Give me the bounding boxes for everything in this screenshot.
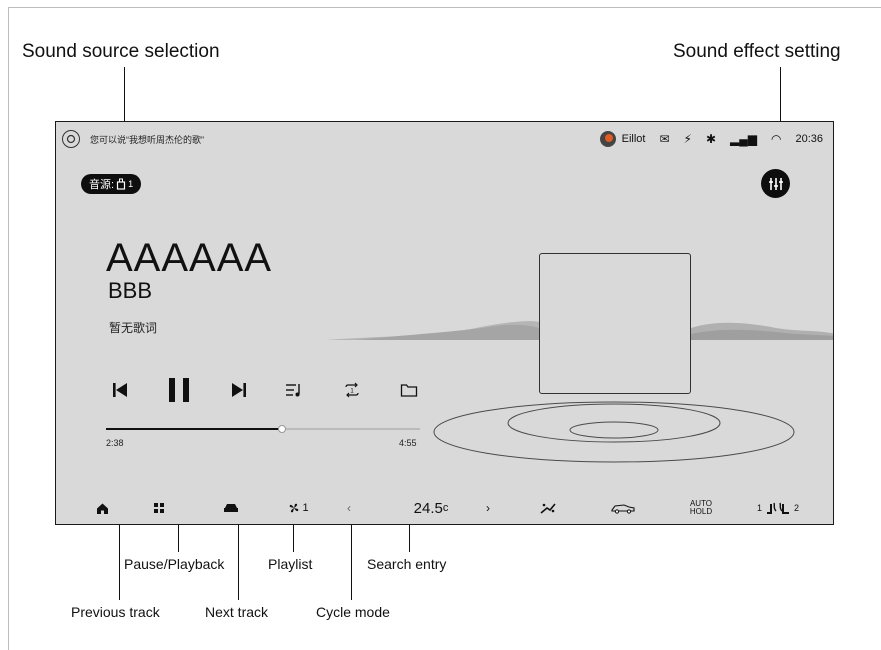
callout-pause-playback: Pause/Playback xyxy=(124,556,225,572)
album-art xyxy=(539,253,691,394)
car-icon xyxy=(224,504,238,512)
pause-playback-button[interactable] xyxy=(165,376,193,404)
wireless-charging-icon: ⚡ xyxy=(683,132,692,146)
fan-level: 1 xyxy=(302,502,309,514)
next-track-icon xyxy=(232,383,246,397)
next-track-button[interactable] xyxy=(227,378,251,402)
playlist-button[interactable] xyxy=(282,378,306,402)
seat-right-level: 2 xyxy=(794,503,800,513)
pause-icon xyxy=(169,378,189,402)
seat-heating-control[interactable]: 1 2 xyxy=(753,496,803,520)
callout-playlist: Playlist xyxy=(268,556,313,572)
callout-cycle-mode: Cycle mode xyxy=(316,604,390,620)
bluetooth-icon: ✱ xyxy=(705,132,717,146)
airflow-button[interactable] xyxy=(537,496,559,520)
svg-text:1: 1 xyxy=(350,389,354,395)
lyrics-text: 暂无歌词 xyxy=(109,321,158,335)
artist-name: BBB xyxy=(108,278,153,303)
cycle-mode-button[interactable]: 1 xyxy=(340,378,364,402)
vehicle-button[interactable] xyxy=(220,496,242,520)
source-device-number: 1 xyxy=(128,179,134,189)
previous-track-icon xyxy=(113,383,127,397)
auto-hold-button[interactable]: AUTO HOLD xyxy=(686,496,716,520)
callout-search-entry: Search entry xyxy=(367,556,447,572)
signal-icon: ▂▄▆ xyxy=(730,132,757,146)
clock: 20:36 xyxy=(795,133,823,145)
search-entry-button[interactable] xyxy=(397,378,421,402)
user-profile[interactable]: Eillot xyxy=(599,131,646,147)
status-bar-right: Eillot ✉ ⚡ ✱ ▂▄▆ ◠ 20:36 xyxy=(599,131,823,147)
temperature-value: 24.5 xyxy=(413,499,443,517)
car-outline-icon xyxy=(611,504,635,514)
repeat-one-icon: 1 xyxy=(345,382,359,398)
temperature-unit: c xyxy=(442,502,449,514)
chevron-right-icon: › xyxy=(486,501,490,515)
playlist-icon xyxy=(286,384,300,397)
chevron-left-icon: ‹ xyxy=(347,501,351,515)
fan-speed-control[interactable]: 1 xyxy=(281,496,315,520)
airflow-icon xyxy=(540,503,556,514)
seat-left-level: 1 xyxy=(756,503,762,513)
voice-assistant-icon xyxy=(66,134,76,144)
bottom-dock: 1 ‹ 24.5 c › AUTO HOLD 1 2 xyxy=(56,496,833,520)
temperature-display: 24.5 c xyxy=(406,496,456,520)
auto-hold-line2: HOLD xyxy=(689,507,713,516)
user-avatar-icon xyxy=(599,131,616,147)
waveform-decoration xyxy=(326,321,833,463)
home-button[interactable] xyxy=(92,496,112,520)
progress-fill xyxy=(106,428,282,430)
temp-down-button[interactable]: ‹ xyxy=(342,496,356,520)
apps-button[interactable] xyxy=(149,496,169,520)
apps-grid-icon xyxy=(154,503,164,513)
user-name: Eillot xyxy=(621,133,646,145)
home-icon xyxy=(96,503,108,514)
source-label: 音源: xyxy=(89,179,115,191)
temp-up-button[interactable]: › xyxy=(481,496,495,520)
callout-next-track: Next track xyxy=(205,604,269,620)
callout-sound-effect: Sound effect setting xyxy=(673,41,841,62)
voice-assistant-button[interactable] xyxy=(62,130,80,148)
infotainment-screen: 您可以说“我想听周杰伦的歌” Eillot ✉ ⚡ ✱ ▂▄▆ ◠ 20:36 … xyxy=(55,121,834,525)
song-title: AAAAAA xyxy=(106,236,273,280)
previous-track-button[interactable] xyxy=(108,378,132,402)
progress-knob[interactable] xyxy=(277,425,286,433)
fan-icon xyxy=(290,503,299,513)
folder-icon xyxy=(400,384,418,397)
elapsed-time: 2:38 xyxy=(106,438,124,448)
usb-drive-icon xyxy=(116,178,126,190)
sound-effect-button[interactable] xyxy=(761,169,790,198)
progress-bar[interactable] xyxy=(106,425,420,433)
frame-left-border xyxy=(8,7,9,650)
total-time: 4:55 xyxy=(399,438,417,448)
wifi-icon: ◠ xyxy=(770,132,782,146)
sound-source-button[interactable]: 音源: 1 xyxy=(81,174,142,194)
frame-top-border xyxy=(8,7,881,8)
voice-hint: 您可以说“我想听周杰伦的歌” xyxy=(90,135,204,145)
equalizer-icon xyxy=(768,177,783,190)
drive-mode-button[interactable] xyxy=(609,496,637,520)
seat-heat-icon xyxy=(767,502,789,514)
callout-previous-track: Previous track xyxy=(71,604,160,620)
message-icon: ✉ xyxy=(659,132,670,146)
callout-sound-source: Sound source selection xyxy=(22,41,220,62)
